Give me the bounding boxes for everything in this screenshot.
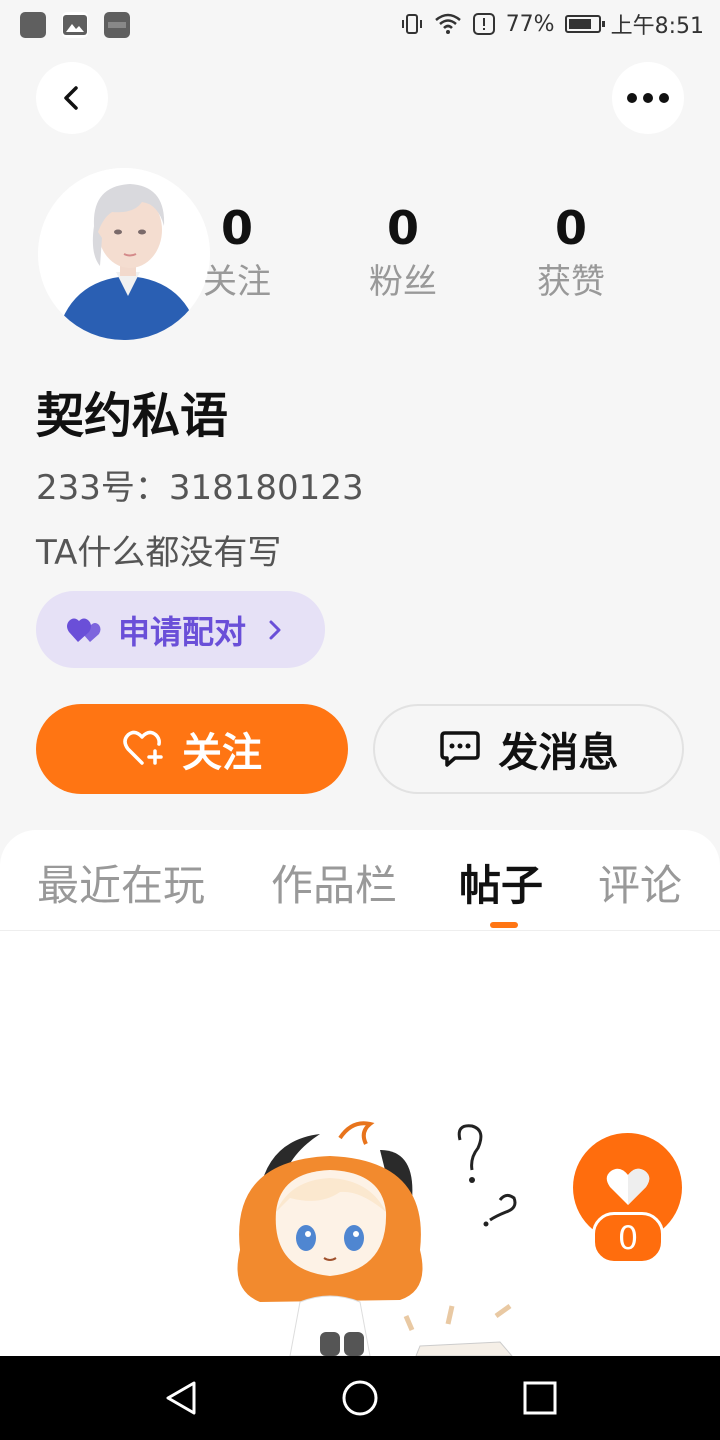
message-label: 发消息	[498, 730, 619, 776]
apply-pair-label: 申请配对	[118, 612, 247, 651]
gallery-icon	[62, 12, 88, 38]
tab-recently-played[interactable]: 最近在玩	[37, 852, 205, 913]
status-bar: 77% 上午8:51	[0, 0, 720, 48]
following-count: 0	[220, 201, 253, 255]
active-tab-indicator	[490, 922, 518, 928]
battery-percent: 77%	[505, 11, 555, 37]
chat-bubble-icon	[439, 731, 480, 767]
profile-tabs: 最近在玩 作品栏 帖子 评论	[0, 830, 720, 931]
user-id: 233号：318180123	[36, 468, 364, 508]
recents-square-icon[interactable]	[522, 1380, 558, 1416]
battery-icon	[564, 15, 605, 33]
heart-icon	[606, 1168, 650, 1205]
system-nav-bar	[0, 1356, 720, 1440]
apply-pair-button[interactable]: 申请配对	[36, 591, 325, 668]
heart-plus-icon	[123, 730, 163, 765]
username: 契约私语	[36, 388, 229, 444]
user-bio: TA什么都没有写	[36, 533, 282, 573]
alert-icon	[472, 13, 495, 35]
clock: 上午8:51	[610, 14, 704, 39]
following-label: 关注	[203, 262, 271, 302]
back-button[interactable]	[36, 62, 108, 134]
double-heart-icon	[67, 618, 101, 642]
empty-state-mascot-illustration	[237, 1121, 517, 1356]
app-notification-icon	[20, 12, 46, 38]
tab-comments[interactable]: 评论	[598, 852, 682, 913]
tab-works[interactable]: 作品栏	[271, 852, 397, 913]
stat-likes[interactable]: 0 获赞	[506, 200, 636, 304]
likes-label: 获赞	[537, 262, 605, 302]
like-count-badge: 0	[592, 1212, 664, 1264]
chevron-right-icon	[269, 620, 281, 639]
follow-button[interactable]: 关注	[36, 704, 348, 794]
battery-fill	[568, 19, 591, 29]
follow-label: 关注	[182, 730, 262, 776]
likes-count: 0	[554, 201, 587, 255]
hms-icon	[104, 12, 130, 38]
fans-count: 0	[386, 201, 419, 255]
tab-posts[interactable]: 帖子	[459, 852, 543, 913]
stat-fans[interactable]: 0 粉丝	[338, 200, 468, 304]
chevron-left-icon	[64, 86, 78, 110]
fans-label: 粉丝	[369, 262, 437, 302]
back-triangle-icon[interactable]	[164, 1380, 198, 1416]
vibrate-icon	[401, 14, 422, 34]
stat-following[interactable]: 0 关注	[172, 200, 302, 304]
wifi-icon	[434, 13, 461, 34]
content-panel: 最近在玩 作品栏 帖子 评论	[0, 830, 720, 1356]
more-dots-icon	[627, 93, 669, 103]
home-circle-icon[interactable]	[341, 1379, 379, 1417]
send-message-button[interactable]: 发消息	[373, 704, 684, 794]
more-button[interactable]	[612, 62, 684, 134]
